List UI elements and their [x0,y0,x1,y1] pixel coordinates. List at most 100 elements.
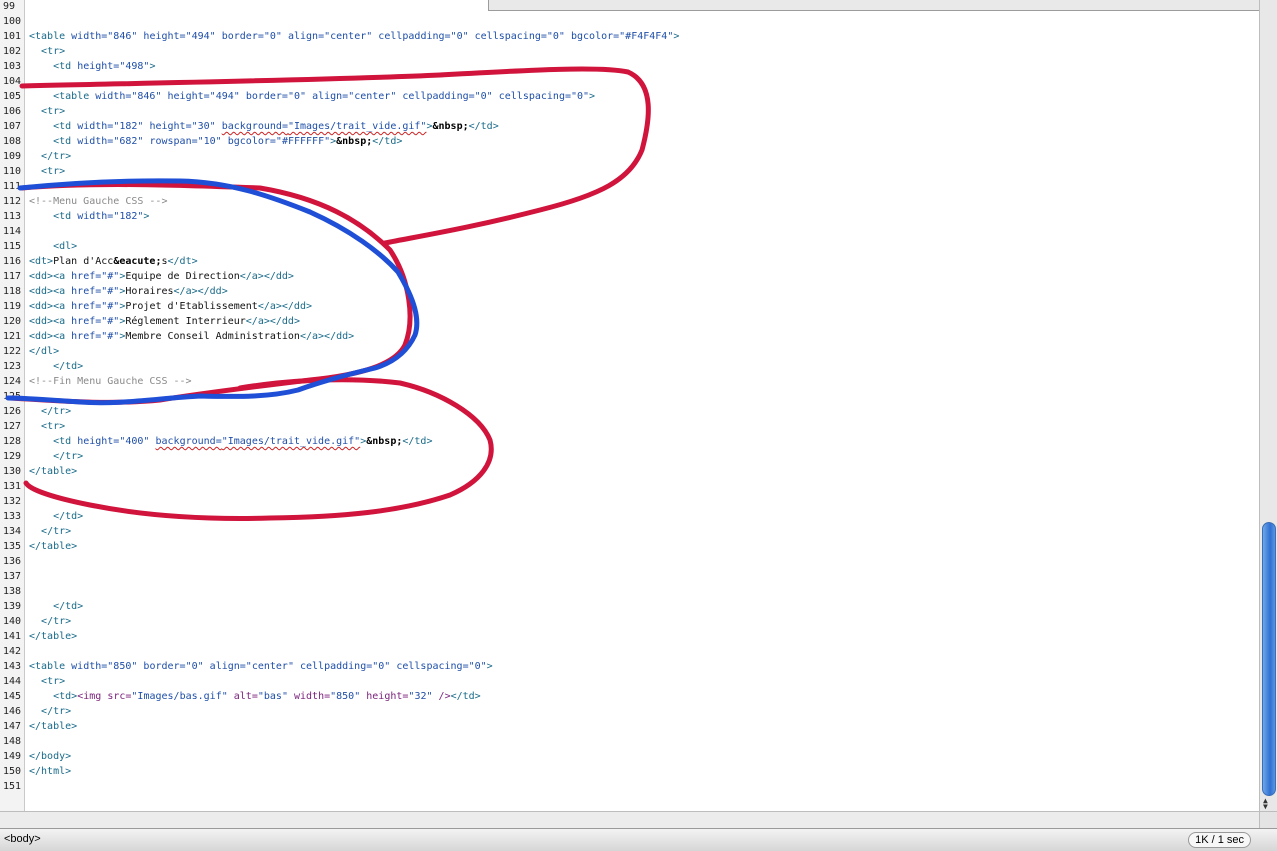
code-text[interactable]: <dd><a href="#">Réglement Interrieur</a>… [29,314,300,329]
line-number: 119 [3,301,22,312]
line-number: 149 [3,751,22,762]
scroll-down-arrow-icon[interactable]: ▼ [1263,802,1268,811]
line-number: 130 [3,466,22,477]
horizontal-scrollbar[interactable] [0,811,1259,828]
line-number: 145 [3,691,22,702]
line-number: 123 [3,361,22,372]
line-number: 147 [3,721,22,732]
line-number: 140 [3,616,22,627]
line-number: 129 [3,451,22,462]
line-number: 115 [3,241,22,252]
code-text[interactable]: <dl> [29,239,77,254]
code-text[interactable]: <dd><a href="#">Equipe de Direction</a><… [29,269,294,284]
code-text[interactable]: <dd><a href="#">Horaires</a></dd> [29,284,228,299]
code-text[interactable]: </tr> [29,404,71,419]
code-text[interactable]: </td> [29,359,83,374]
code-text[interactable]: </dl> [29,344,59,359]
line-number: 101 [3,31,22,42]
download-size-indicator: 1K / 1 sec [1188,832,1251,848]
code-text[interactable]: <tr> [29,674,65,689]
line-number: 146 [3,706,22,717]
line-number: 113 [3,211,22,222]
line-number: 121 [3,331,22,342]
line-number: 109 [3,151,22,162]
line-number: 102 [3,46,22,57]
code-text[interactable]: <dd><a href="#">Projet d'Etablissement</… [29,299,312,314]
code-text[interactable]: <tr> [29,104,65,119]
line-number: 116 [3,256,22,267]
code-text[interactable]: <td width="182" height="30" background="… [29,119,499,134]
code-text[interactable]: </table> [29,629,77,644]
line-number: 134 [3,526,22,537]
line-number: 143 [3,661,22,672]
line-number: 126 [3,406,22,417]
code-text[interactable]: </table> [29,719,77,734]
line-number: 148 [3,736,22,747]
vertical-scrollbar-thumb[interactable] [1262,522,1276,796]
status-bar: <body> 1K / 1 sec [0,828,1277,851]
tag-selector[interactable]: <body> [4,833,41,845]
line-number: 144 [3,676,22,687]
scrollbar-corner [1259,811,1277,828]
code-text[interactable]: <td width="682" rowspan="10" bgcolor="#F… [29,134,402,149]
line-number: 131 [3,481,22,492]
line-number: 110 [3,166,22,177]
line-number: 137 [3,571,22,582]
line-number: 100 [3,16,22,27]
line-number: 125 [3,391,22,402]
line-number: 151 [3,781,22,792]
code-text[interactable]: </tr> [29,614,71,629]
line-number: 105 [3,91,22,102]
code-text[interactable]: </tr> [29,449,83,464]
code-text[interactable]: <td height="498"> [29,59,155,74]
code-text[interactable]: <table width="846" height="494" border="… [29,29,679,44]
code-text[interactable]: <dd><a href="#">Membre Conseil Administr… [29,329,354,344]
line-number: 114 [3,226,22,237]
line-number: 150 [3,766,22,777]
code-text[interactable]: </tr> [29,524,71,539]
code-text[interactable]: <table width="850" border="0" align="cen… [29,659,493,674]
line-number: 117 [3,271,22,282]
code-text[interactable]: <table width="846" height="494" border="… [29,89,595,104]
line-number: 133 [3,511,22,522]
code-text[interactable]: <!--Menu Gauche CSS --> [29,194,167,209]
line-number: 124 [3,376,22,387]
code-text[interactable]: </tr> [29,704,71,719]
code-text[interactable]: </body> [29,749,71,764]
background-window-edge[interactable]: ▲ [488,0,1277,11]
code-text[interactable]: </td> [29,509,83,524]
code-text[interactable]: <tr> [29,44,65,59]
code-text[interactable]: </table> [29,539,77,554]
code-text[interactable]: <dt>Plan d'Acc&eacute;s</dt> [29,254,198,269]
code-text[interactable]: <tr> [29,419,65,434]
line-number: 141 [3,631,22,642]
code-text[interactable]: <!--Fin Menu Gauche CSS --> [29,374,192,389]
line-number: 120 [3,316,22,327]
line-number: 111 [3,181,22,192]
line-number: 99 [3,1,16,12]
code-text[interactable]: </tr> [29,149,71,164]
line-number: 107 [3,121,22,132]
line-number: 135 [3,541,22,552]
line-number: 112 [3,196,22,207]
line-number: 106 [3,106,22,117]
line-number: 103 [3,61,22,72]
line-number: 127 [3,421,22,432]
vertical-scrollbar[interactable]: ▲ ▼ [1259,0,1277,811]
code-text[interactable]: <tr> [29,164,65,179]
code-text[interactable]: <td width="182"> [29,209,149,224]
line-number: 122 [3,346,22,357]
line-number: 136 [3,556,22,567]
line-number: 138 [3,586,22,597]
line-number: 139 [3,601,22,612]
line-number: 142 [3,646,22,657]
line-number: 118 [3,286,22,297]
code-text[interactable]: <td><img src="Images/bas.gif" alt="bas" … [29,689,481,704]
code-editor[interactable]: 99 100 101 <table width="846" height="494" … [0,0,1259,811]
line-number: 132 [3,496,22,507]
line-number: 108 [3,136,22,147]
code-text[interactable]: </td> [29,599,83,614]
code-text[interactable]: <td height="400" background="Images/trai… [29,434,432,449]
code-text[interactable]: </html> [29,764,71,779]
code-text[interactable]: </table> [29,464,77,479]
